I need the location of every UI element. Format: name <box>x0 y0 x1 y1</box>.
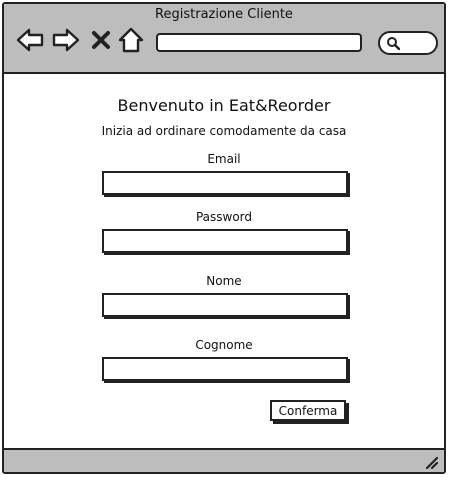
page-subtitle: Inizia ad ordinare comodamente da casa <box>101 124 347 138</box>
nome-field[interactable] <box>102 293 348 317</box>
status-bar <box>4 448 444 472</box>
nome-label: Nome <box>206 274 242 288</box>
resize-grip-icon[interactable] <box>424 455 438 469</box>
registration-form: Benvenuto in Eat&Reorder Inizia ad ordin… <box>4 74 444 450</box>
page-title: Benvenuto in Eat&Reorder <box>117 96 331 115</box>
close-x-icon[interactable] <box>90 26 112 54</box>
home-icon[interactable] <box>118 26 144 54</box>
confirm-button[interactable]: Conferma <box>270 400 346 421</box>
url-bar[interactable] <box>156 33 362 52</box>
browser-toolbar: Registrazione Cliente <box>4 4 444 74</box>
cognome-field[interactable] <box>102 357 348 381</box>
forward-arrow-icon[interactable] <box>52 26 80 54</box>
password-label: Password <box>195 210 253 224</box>
cognome-label: Cognome <box>195 338 253 352</box>
search-icon <box>387 37 400 50</box>
browser-window: Registrazione Cliente Benvenuto in Eat&R… <box>2 2 446 474</box>
back-arrow-icon[interactable] <box>16 26 44 54</box>
window-title: Registrazione Cliente <box>155 7 293 22</box>
password-field[interactable] <box>102 229 348 253</box>
search-box[interactable] <box>378 31 438 55</box>
email-label: Email <box>207 152 241 166</box>
email-field[interactable] <box>102 171 348 195</box>
